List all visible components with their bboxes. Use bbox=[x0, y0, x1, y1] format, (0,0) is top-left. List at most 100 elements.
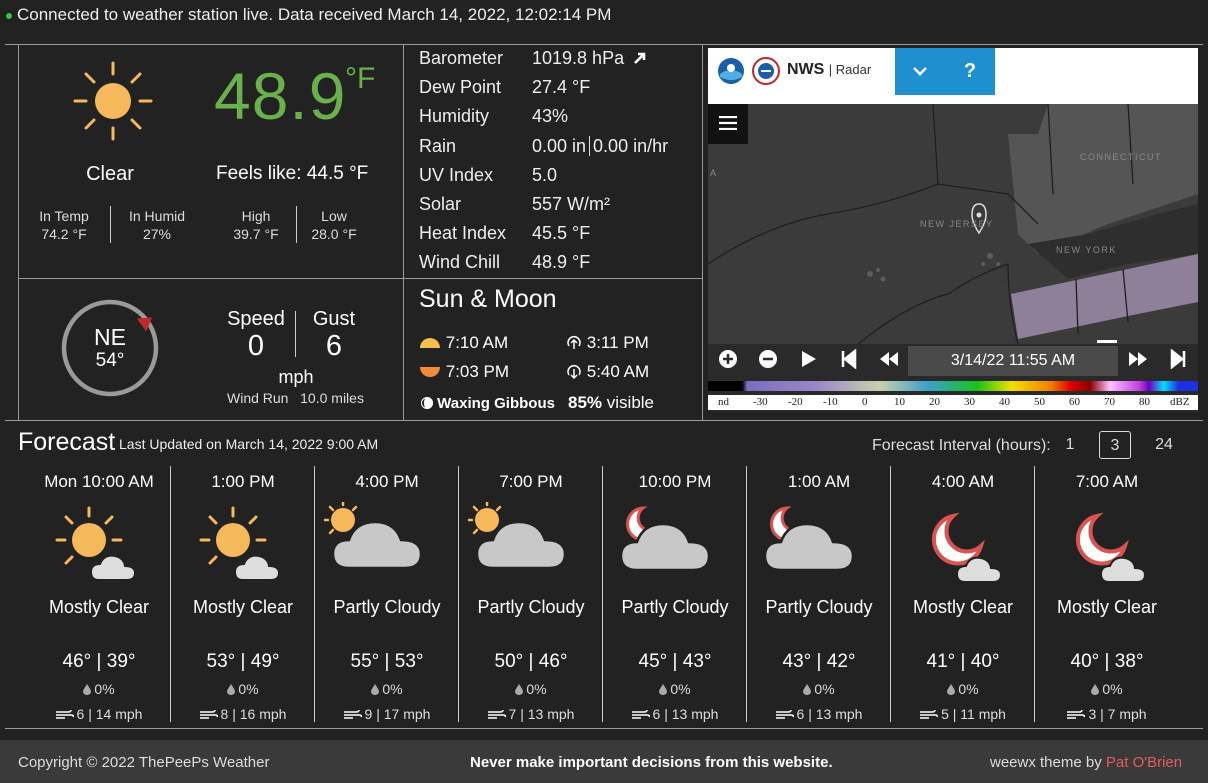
sun-cloud-icon bbox=[323, 502, 423, 570]
forecast-precip: 0% bbox=[1035, 681, 1179, 697]
moonset: 5:40 AM bbox=[566, 362, 649, 382]
radar-menu-button[interactable] bbox=[708, 104, 748, 144]
divider bbox=[746, 466, 747, 722]
play-icon[interactable] bbox=[800, 349, 818, 369]
radar-help-button[interactable]: ? bbox=[945, 48, 995, 95]
forecast-temps: 41° | 40° bbox=[926, 651, 1000, 672]
weather-dashboard: Connected to weather station live. Data … bbox=[0, 0, 1208, 783]
divider bbox=[890, 466, 891, 722]
sunset-icon bbox=[420, 367, 440, 377]
forecast-temps: 55° | 53° bbox=[350, 651, 424, 672]
forecast-condition: Mostly Clear bbox=[912, 597, 1014, 617]
forecast-temps: 50° | 46° bbox=[494, 651, 568, 672]
step-forward-icon[interactable] bbox=[1127, 349, 1149, 369]
forecast-condition: Mostly Clear bbox=[1056, 597, 1158, 617]
wind-icon bbox=[920, 709, 939, 719]
moon-small-cloud-icon bbox=[931, 512, 1003, 583]
interval-option-24[interactable]: 24 bbox=[1148, 431, 1180, 459]
forecast-condition: Partly Cloudy bbox=[477, 597, 585, 617]
status-text: Connected to weather station live. Data … bbox=[17, 5, 612, 24]
radar-map[interactable]: CONNECTICUT NEW JERSEY NEW YORK A bbox=[708, 104, 1198, 344]
divider bbox=[702, 44, 703, 420]
forecast-wind: 6 | 13 mph bbox=[603, 706, 747, 722]
theme-author-link[interactable]: Pat O'Brien bbox=[1106, 754, 1182, 771]
moon-cloud-icon bbox=[619, 506, 711, 572]
sunrise: 7:10 AM bbox=[419, 333, 508, 353]
wind-gust: 6 bbox=[325, 330, 343, 362]
divider bbox=[110, 206, 111, 243]
forecast-wind: 5 | 11 mph bbox=[891, 706, 1035, 722]
forecast-item: Mon 10:00 AM Mostly Clear 46° | 39° 0% 6 | 1… bbox=[27, 466, 171, 728]
trend-up-right-icon bbox=[634, 52, 646, 64]
chevron-down-icon bbox=[913, 67, 927, 76]
forecast-wind: 8 | 16 mph bbox=[171, 706, 315, 722]
divider bbox=[602, 466, 603, 722]
sunset: 7:03 PM bbox=[419, 362, 509, 382]
forecast-wind: 7 | 13 mph bbox=[459, 706, 603, 722]
raindrop-icon bbox=[515, 684, 524, 695]
nws-logo-icon bbox=[752, 57, 780, 85]
divider bbox=[295, 311, 296, 357]
wind-icon bbox=[55, 709, 74, 719]
forecast-precip: 0% bbox=[603, 681, 747, 697]
feels-like: Feels like: 44.5 °F bbox=[216, 163, 369, 184]
stat-low: Low 28.0 °F bbox=[311, 208, 357, 242]
forecast-temps: 53° | 49° bbox=[206, 651, 280, 672]
forecast-time: 1:00 PM bbox=[211, 472, 275, 491]
forecast-title: Forecast bbox=[18, 428, 116, 456]
zoom-in-icon[interactable] bbox=[718, 349, 738, 369]
wind-run: Wind Run 10.0 miles bbox=[227, 390, 364, 406]
forecast-precip: 0% bbox=[459, 681, 603, 697]
map-label: NEW JERSEY bbox=[920, 219, 994, 229]
wind-speed: 0 bbox=[247, 330, 265, 362]
radar-timestamp: 3/14/22 11:55 AM bbox=[908, 346, 1118, 376]
radar-brand: NWS | Radar bbox=[787, 61, 872, 78]
moonrise: 3:11 PM bbox=[566, 333, 649, 353]
map-label: CONNECTICUT bbox=[1080, 152, 1162, 162]
forecast-precip: 0% bbox=[27, 681, 171, 697]
sunrise-icon bbox=[420, 338, 440, 348]
forecast-condition: Mostly Clear bbox=[192, 597, 294, 617]
forecast-wind: 3 | 7 mph bbox=[1035, 706, 1179, 722]
raindrop-icon bbox=[659, 684, 668, 695]
raindrop-icon bbox=[803, 684, 812, 695]
radar-dropdown-button[interactable] bbox=[895, 48, 945, 95]
interval-option-3[interactable]: 3 bbox=[1099, 431, 1131, 459]
moonrise-icon bbox=[567, 336, 581, 349]
radar-widget[interactable]: NWS | Radar ? CONNECTICUT NEW JERSEY NEW… bbox=[708, 48, 1198, 412]
copyright: Copyright © 2022 ThePeePs Weather bbox=[18, 754, 270, 771]
wind-gust-label: Gust bbox=[312, 308, 356, 330]
moon-visible: 85% visible bbox=[568, 393, 655, 412]
divider bbox=[403, 44, 404, 420]
radar-scale-labels: nd -30 -20 -10 0 10 20 30 40 50 60 70 80… bbox=[708, 395, 1198, 410]
raindrop-icon bbox=[1091, 684, 1100, 695]
divider bbox=[296, 206, 297, 243]
zoom-out-icon[interactable] bbox=[758, 349, 778, 369]
outside-temperature: 48.9 bbox=[214, 59, 347, 133]
forecast-precip: 0% bbox=[891, 681, 1035, 697]
live-indicator-icon bbox=[6, 12, 12, 19]
divider bbox=[170, 466, 171, 722]
wind-speed-label: Speed bbox=[227, 308, 285, 330]
divider bbox=[589, 135, 591, 156]
forecast-item: 7:00 PM Partly Cloudy 50° | 46° 0% 7 | 13 mp… bbox=[459, 466, 603, 728]
forecast-temps: 43° | 42° bbox=[782, 651, 856, 672]
forecast-temps: 45° | 43° bbox=[638, 651, 712, 672]
radar-controls: 3/14/22 11:55 AM bbox=[708, 340, 1198, 376]
skip-end-icon[interactable] bbox=[1170, 349, 1186, 369]
wind-icon bbox=[199, 709, 218, 719]
interval-option-1[interactable]: 1 bbox=[1054, 431, 1086, 459]
forecast-item: 1:00 PM Mostly Clear 53° | 49° 0% 8 | 16 mph bbox=[171, 466, 315, 728]
forecast-item: 4:00 AM Mostly Clear 41° | 40° 0% 5 | 11 mph bbox=[891, 466, 1035, 728]
forecast-wind: 6 | 14 mph bbox=[27, 706, 171, 722]
sun-small-cloud-icon bbox=[55, 506, 137, 581]
step-back-icon[interactable] bbox=[878, 349, 900, 369]
stat-in-temp: In Temp 74.2 °F bbox=[39, 208, 89, 242]
connection-status: Connected to weather station live. Data … bbox=[6, 5, 611, 25]
forecast-condition: Partly Cloudy bbox=[333, 597, 441, 617]
wind-icon bbox=[487, 709, 506, 719]
skip-start-icon[interactable] bbox=[841, 349, 857, 369]
wind-icon bbox=[631, 709, 650, 719]
sun-moon-title: Sun & Moon bbox=[419, 285, 557, 313]
wind-degrees: 54° bbox=[95, 350, 125, 371]
